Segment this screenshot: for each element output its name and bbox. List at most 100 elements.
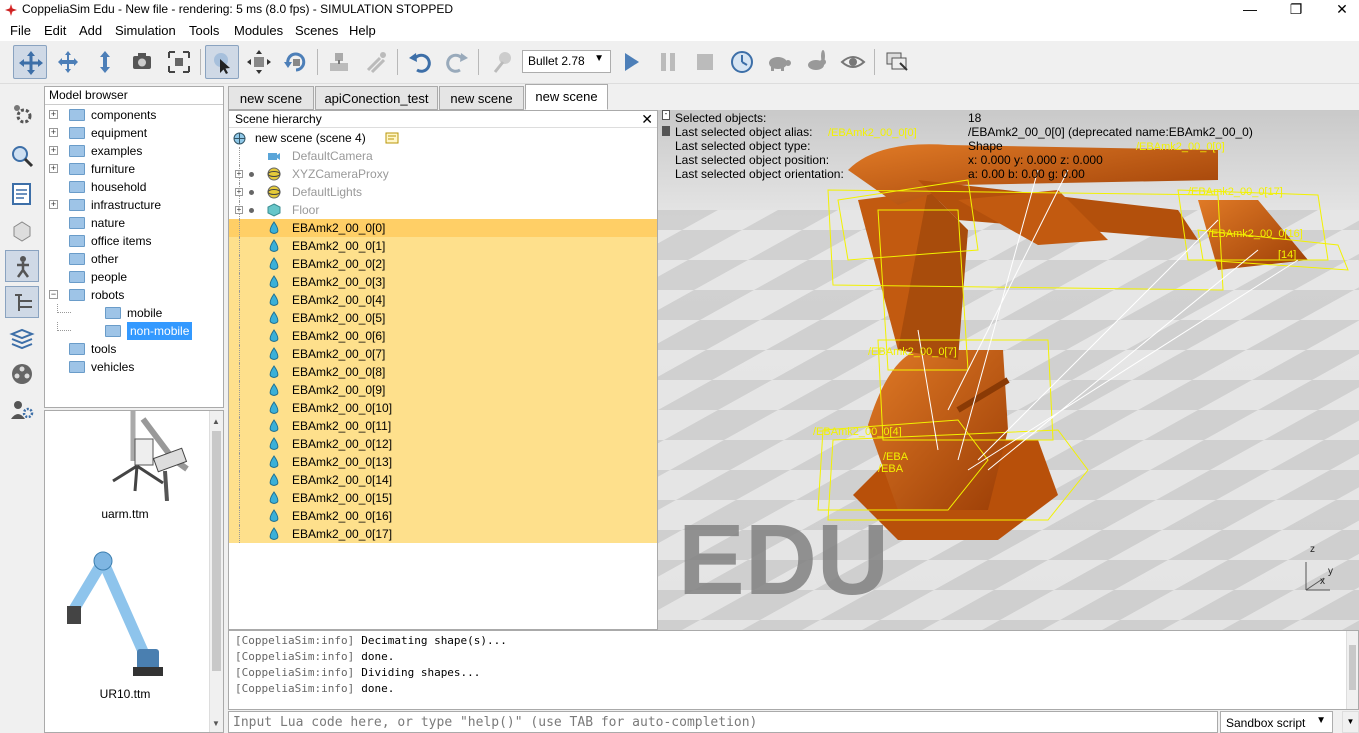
scene-object-row[interactable]: EBAmk2_00_0[8] [229,363,657,381]
fit-to-view-icon[interactable] [162,45,196,79]
expand-icon[interactable]: + [49,146,58,155]
script-icon[interactable] [385,131,399,145]
menu-tools[interactable]: Tools [189,23,219,38]
object-rotate-icon[interactable] [279,45,313,79]
expand-icon[interactable]: + [49,200,58,209]
model-folder-item[interactable]: people [45,268,223,286]
model-browser-toggle-icon[interactable] [5,250,39,282]
layers-icon[interactable] [5,322,39,354]
scene-object-row[interactable]: EBAmk2_00_0[1] [229,237,657,255]
play-icon[interactable] [614,45,648,79]
model-folder-item[interactable]: household [45,178,223,196]
scene-object-row[interactable]: EBAmk2_00_0[0] [229,219,657,237]
menu-edit[interactable]: Edit [44,23,66,38]
scene-object-row[interactable]: EBAmk2_00_0[7] [229,345,657,363]
scene-root-row[interactable]: new scene (scene 4) [229,129,657,147]
visualization-toggle-icon[interactable] [836,45,870,79]
console-scrollbar[interactable] [1346,631,1358,709]
close-icon[interactable]: ✕ [641,111,653,128]
camera-angle-icon[interactable] [125,45,159,79]
camera-shift-icon[interactable] [88,45,122,79]
scene-object-row[interactable]: EBAmk2_00_0[2] [229,255,657,273]
expand-icon[interactable]: + [235,170,243,178]
scene-object-row[interactable]: EBAmk2_00_0[3] [229,273,657,291]
model-folder-item[interactable]: vehicles [45,358,223,376]
transfer-dna-icon[interactable] [359,45,393,79]
tab-scene-3[interactable]: new scene [439,86,524,110]
scene-object-row[interactable]: EBAmk2_00_0[6] [229,327,657,345]
model-folder-item[interactable]: + equipment [45,124,223,142]
camera-pan-icon[interactable] [13,45,47,79]
uarm-thumbnail[interactable] [85,411,205,501]
model-folder-item[interactable]: − robots [45,286,223,304]
menu-add[interactable]: Add [79,23,102,38]
scene-object-row[interactable]: EBAmk2_00_0[5] [229,309,657,327]
model-folder-item[interactable]: office items [45,232,223,250]
assemble-icon[interactable] [322,45,356,79]
close-button[interactable]: ✕ [1319,0,1359,20]
simulation-settings-icon[interactable] [5,98,39,130]
pause-icon[interactable] [651,45,685,79]
model-folder-item[interactable]: other [45,250,223,268]
model-folder-item[interactable]: + infrastructure [45,196,223,214]
menu-help[interactable]: Help [349,23,376,38]
page-selector-icon[interactable] [880,45,914,79]
scene-object-row[interactable]: + Floor [229,201,657,219]
scene-object-row[interactable]: + DefaultLights [229,183,657,201]
collapse-icon[interactable]: − [49,290,58,299]
thumbnails-scrollbar[interactable]: ▲ ▼ [209,411,223,732]
camera-rotate-icon[interactable] [51,45,85,79]
info-toggle-icon[interactable] [662,126,670,136]
stop-icon[interactable] [688,45,722,79]
model-folder-item[interactable]: tools [45,340,223,358]
model-folder-item[interactable]: non-mobile [45,322,223,340]
tab-scene-2[interactable]: apiConection_test [315,86,438,110]
lua-command-input[interactable]: Input Lua code here, or type "help()" (u… [228,711,1218,733]
scene-object-row[interactable]: EBAmk2_00_0[12] [229,435,657,453]
minimize-button[interactable]: — [1227,0,1273,20]
realtime-icon[interactable] [725,45,759,79]
properties-icon[interactable] [5,178,39,210]
menu-scenes[interactable]: Scenes [295,23,338,38]
click-select-icon[interactable] [205,45,239,79]
expand-icon[interactable]: + [235,206,243,214]
physics-engine-select[interactable]: Bullet 2.78 ▼ [522,50,611,73]
slow-down-icon[interactable] [762,45,796,79]
scene-object-row[interactable]: EBAmk2_00_0[16] [229,507,657,525]
model-folder-item[interactable]: + examples [45,142,223,160]
scene-object-row[interactable]: EBAmk2_00_0[11] [229,417,657,435]
menu-simulation[interactable]: Simulation [115,23,176,38]
model-folder-item[interactable]: + furniture [45,160,223,178]
shape-edit-icon[interactable] [5,214,39,246]
expand-icon[interactable]: + [235,188,243,196]
maximize-button[interactable]: ❐ [1273,0,1319,20]
redo-icon[interactable] [440,45,474,79]
scene-object-row[interactable]: EBAmk2_00_0[10] [229,399,657,417]
scene-object-row[interactable]: EBAmk2_00_0[14] [229,471,657,489]
scene-object-row[interactable]: EBAmk2_00_0[13] [229,453,657,471]
scene-object-row[interactable]: EBAmk2_00_0[17] [229,525,657,543]
script-selector[interactable]: Sandbox script ▼ [1220,711,1333,733]
info-collapse-icon[interactable]: - [662,110,670,120]
expand-icon[interactable]: + [49,164,58,173]
scene-object-row[interactable]: DefaultCamera [229,147,657,165]
expand-icon[interactable]: + [49,110,58,119]
scene-hierarchy-toggle-icon[interactable] [5,286,39,318]
model-folder-item[interactable]: + components [45,106,223,124]
menu-modules[interactable]: Modules [234,23,283,38]
ur10-thumbnail[interactable] [63,551,193,681]
scene-object-row[interactable]: EBAmk2_00_0[4] [229,291,657,309]
model-folder-item[interactable]: mobile [45,304,223,322]
speed-up-icon[interactable] [799,45,833,79]
tab-scene-1[interactable]: new scene [228,86,314,110]
input-scroll-button[interactable]: ▼ [1342,711,1359,733]
user-settings-icon[interactable] [5,394,39,426]
video-recorder-icon[interactable] [5,358,39,390]
scene-viewport[interactable]: /EBAmk2_00_0[0] /EBAmk2_00_0[0] /EBAmk2_… [658,110,1359,630]
model-folder-item[interactable]: nature [45,214,223,232]
object-shift-icon[interactable] [242,45,276,79]
scene-object-row[interactable]: + XYZCameraProxy [229,165,657,183]
undo-icon[interactable] [403,45,437,79]
dynamics-toggle-icon[interactable] [486,45,520,79]
scene-object-row[interactable]: EBAmk2_00_0[15] [229,489,657,507]
